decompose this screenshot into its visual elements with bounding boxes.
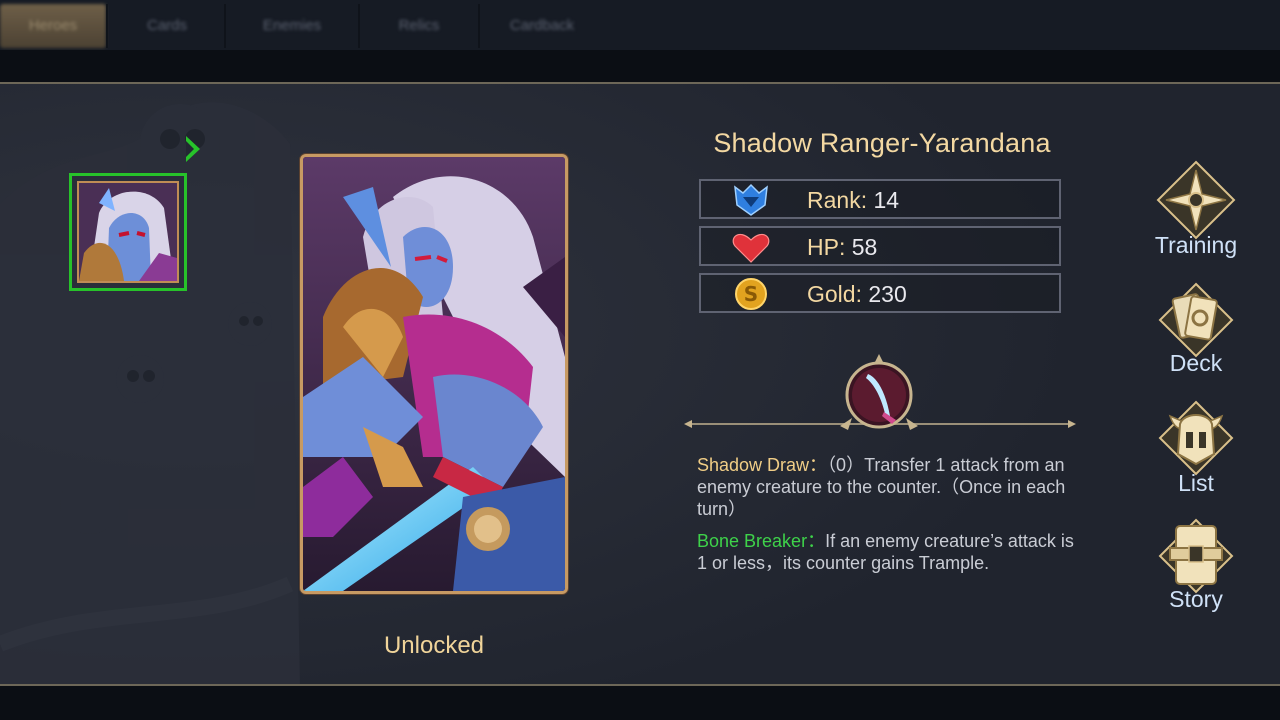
story-button[interactable]: Story xyxy=(1140,516,1252,616)
tab-divider xyxy=(224,4,226,48)
svg-text:S: S xyxy=(744,282,758,306)
bottom-bar xyxy=(0,686,1280,720)
stat-value: 14 xyxy=(873,187,900,213)
compass-star-icon xyxy=(1156,160,1236,240)
background-art xyxy=(0,84,1280,684)
stat-hp: HP: 58 xyxy=(807,234,877,261)
hero-portrait-small xyxy=(77,181,179,283)
top-tab-bar: Heroes Cards Enemies Relics Cardback xyxy=(0,0,1280,50)
hero-thumbnail[interactable] xyxy=(69,173,187,291)
stat-row-rank: Rank: 14 xyxy=(699,179,1061,219)
tab-enemies[interactable]: Enemies xyxy=(232,4,352,48)
skill-orb-icon[interactable] xyxy=(838,354,920,436)
list-label: List xyxy=(1178,470,1214,496)
hero-illustration xyxy=(303,157,565,591)
book-icon xyxy=(1158,518,1234,594)
stat-row-gold: S Gold: 230 xyxy=(699,273,1061,313)
deck-label: Deck xyxy=(1169,350,1223,376)
stat-gold: Gold: 230 xyxy=(807,281,907,308)
skill-name: Bone Breaker： xyxy=(697,531,826,551)
gold-coin-icon: S xyxy=(735,278,767,310)
stat-label: HP: xyxy=(807,234,846,260)
hero-card-art xyxy=(300,154,568,594)
stat-row-hp: HP: 58 xyxy=(699,226,1061,266)
horned-helmet-icon xyxy=(1158,400,1234,476)
stat-value: 230 xyxy=(868,281,907,307)
skill-name: Shadow Draw： xyxy=(697,455,828,475)
training-button[interactable]: Training xyxy=(1140,160,1252,260)
tab-divider xyxy=(478,4,480,48)
skill-bone-breaker: Bone Breaker：If an enemy creature’s atta… xyxy=(697,530,1077,574)
hero-detail-panel: Unlocked Shadow Ranger-Yarandana Rank: 1… xyxy=(0,82,1280,686)
card-deck-icon xyxy=(1158,282,1234,358)
stat-label: Gold: xyxy=(807,281,862,307)
heart-icon xyxy=(732,233,770,263)
sub-filter-bar xyxy=(0,50,1280,82)
hero-portrait-icon xyxy=(79,183,177,281)
hero-name: Shadow Ranger-Yarandana xyxy=(713,128,1051,158)
stat-value: 58 xyxy=(851,234,878,260)
list-button[interactable]: List xyxy=(1140,398,1252,498)
rank-crest-icon xyxy=(734,183,768,216)
hero-status: Unlocked xyxy=(383,632,485,659)
stat-label: Rank: xyxy=(807,187,868,213)
stat-rank: Rank: 14 xyxy=(807,187,899,214)
selection-arrow-inner xyxy=(186,141,194,157)
tab-heroes[interactable]: Heroes xyxy=(0,4,106,48)
tab-divider xyxy=(106,4,108,48)
tab-relics[interactable]: Relics xyxy=(364,4,474,48)
story-label: Story xyxy=(1169,586,1223,612)
deck-button[interactable]: Deck xyxy=(1140,280,1252,380)
tab-cardback[interactable]: Cardback xyxy=(484,4,600,48)
tab-divider xyxy=(358,4,360,48)
skill-shadow-draw: Shadow Draw：（0）Transfer 1 attack from an… xyxy=(697,454,1077,520)
training-label: Training xyxy=(1154,232,1238,258)
tab-cards[interactable]: Cards xyxy=(112,4,222,48)
